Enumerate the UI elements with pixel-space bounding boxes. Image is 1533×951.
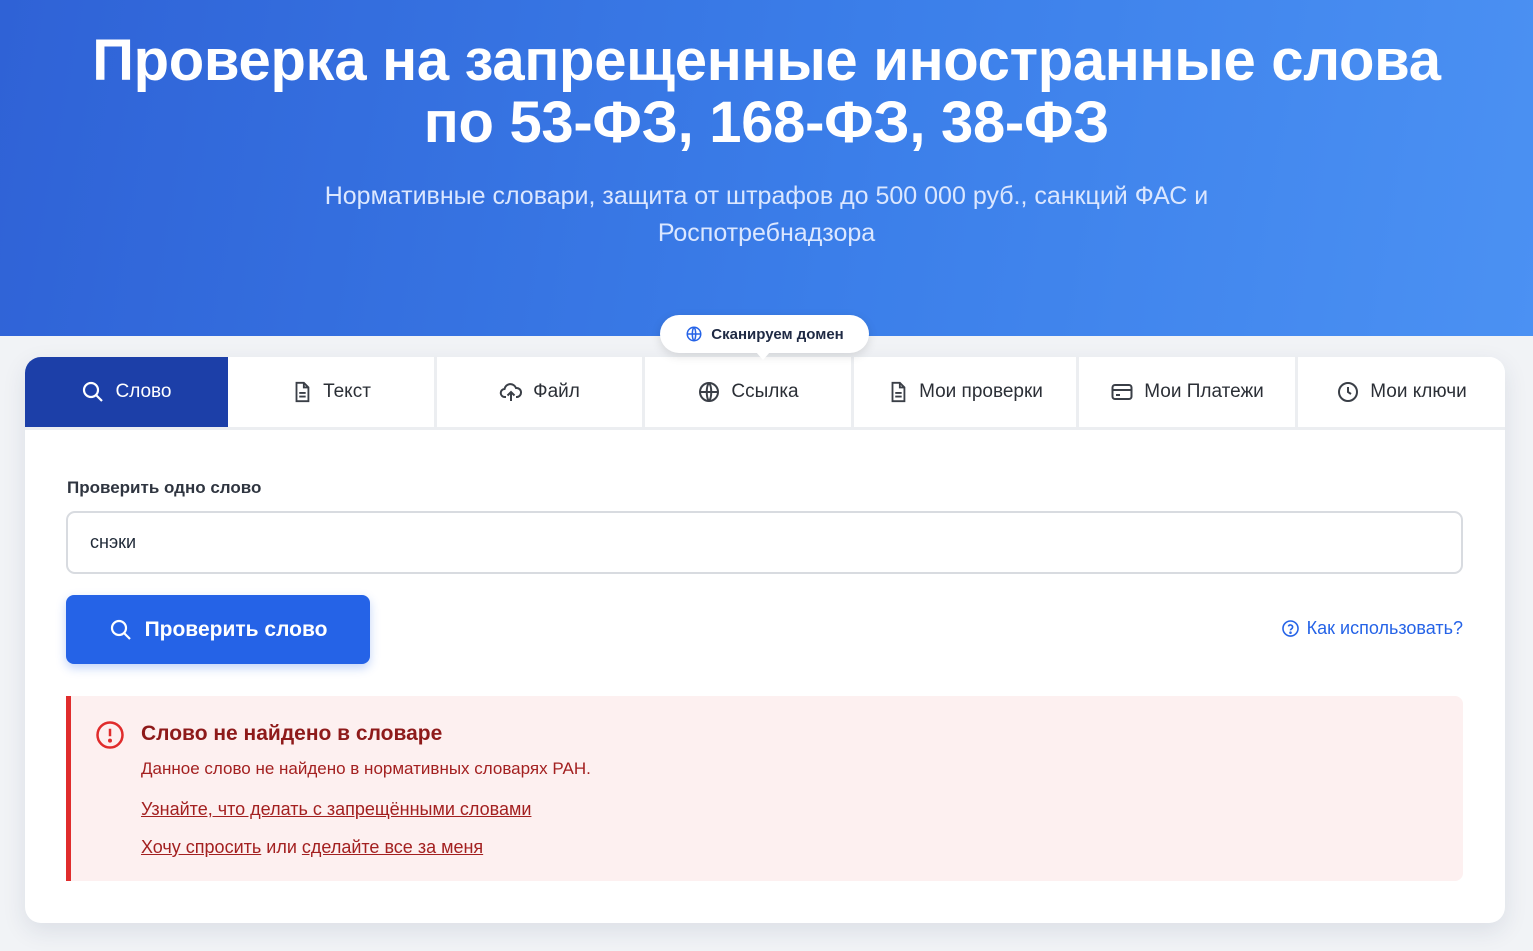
tab-label: Мои Платежи (1144, 381, 1264, 402)
tab-label: Текст (323, 381, 371, 402)
document-icon (295, 381, 310, 403)
globe-icon (699, 382, 720, 402)
clock-icon (1338, 382, 1359, 402)
check-word-button[interactable]: Проверить слово (66, 595, 370, 664)
alert-actions-row: Хочу спросить или сделайте все за меня (141, 837, 483, 858)
search-icon (110, 619, 131, 640)
check-word-button-label: Проверить слово (144, 617, 328, 641)
how-to-use-link[interactable]: Как использовать? (1281, 618, 1463, 639)
hero-banner: Проверка на запрещенные иностранные слов… (0, 0, 1533, 336)
tab-bar: Слово Текст Файл Ссылка Мои проверки Мои… (25, 357, 1505, 430)
page-subtitle: Нормативные словари, защита от штрафов д… (0, 178, 1533, 252)
not-found-alert: Слово не найдено в словаре Данное слово … (66, 696, 1463, 881)
globe-icon (686, 326, 702, 342)
credit-card-icon (1111, 384, 1133, 400)
page-subtitle-line1: Нормативные словари, защита от штрафов д… (324, 182, 1209, 210)
tab-text[interactable]: Текст (228, 357, 437, 427)
word-field-label: Проверить одно слово (67, 478, 262, 497)
ask-question-link[interactable]: Хочу спросить (141, 837, 261, 857)
tab-label: Слово (115, 381, 172, 402)
alert-circle-icon (96, 721, 124, 749)
tab-my-payments[interactable]: Мои Платежи (1079, 357, 1298, 427)
tab-label: Ссылка (731, 381, 799, 402)
checker-card: Слово Текст Файл Ссылка Мои проверки Мои… (25, 357, 1505, 923)
scan-domain-label: Сканируем домен (711, 325, 844, 343)
tab-link[interactable]: Ссылка (645, 357, 854, 427)
tab-my-keys[interactable]: Мои ключи (1298, 357, 1505, 427)
learn-forbidden-words-link[interactable]: Узнайте, что делать с запрещёнными слова… (141, 799, 531, 819)
tab-word[interactable]: Слово (25, 357, 228, 427)
page-subtitle-line2: Роспотребнадзора (657, 219, 876, 247)
search-icon (83, 381, 104, 402)
do-it-for-me-link[interactable]: сделайте все за меня (302, 837, 483, 857)
tab-label: Мои ключи (1370, 381, 1467, 402)
tab-file[interactable]: Файл (437, 357, 645, 427)
tab-label: Мои проверки (919, 381, 1043, 402)
cloud-upload-icon (499, 383, 523, 401)
help-circle-icon (1281, 620, 1299, 637)
document-icon (891, 381, 906, 403)
alert-learn-row: Узнайте, что делать с запрещёнными слова… (141, 799, 531, 820)
page-title: Проверка на запрещенные иностранные слов… (0, 30, 1533, 154)
tab-my-checks[interactable]: Мои проверки (854, 357, 1079, 427)
alert-text: Данное слово не найдено в нормативных сл… (141, 759, 591, 778)
how-to-use-label: Как использовать? (1306, 618, 1463, 638)
page-title-line1: Проверка на запрещенные иностранные слов… (92, 28, 1441, 93)
alert-title: Слово не найдено в словаре (141, 722, 443, 745)
tab-label: Файл (533, 381, 580, 402)
alert-separator: или (266, 837, 297, 857)
page-title-line2: по 53-ФЗ, 168-ФЗ, 38-ФЗ (423, 90, 1110, 155)
word-input[interactable] (66, 511, 1463, 574)
scan-domain-badge[interactable]: Сканируем домен (660, 315, 869, 360)
